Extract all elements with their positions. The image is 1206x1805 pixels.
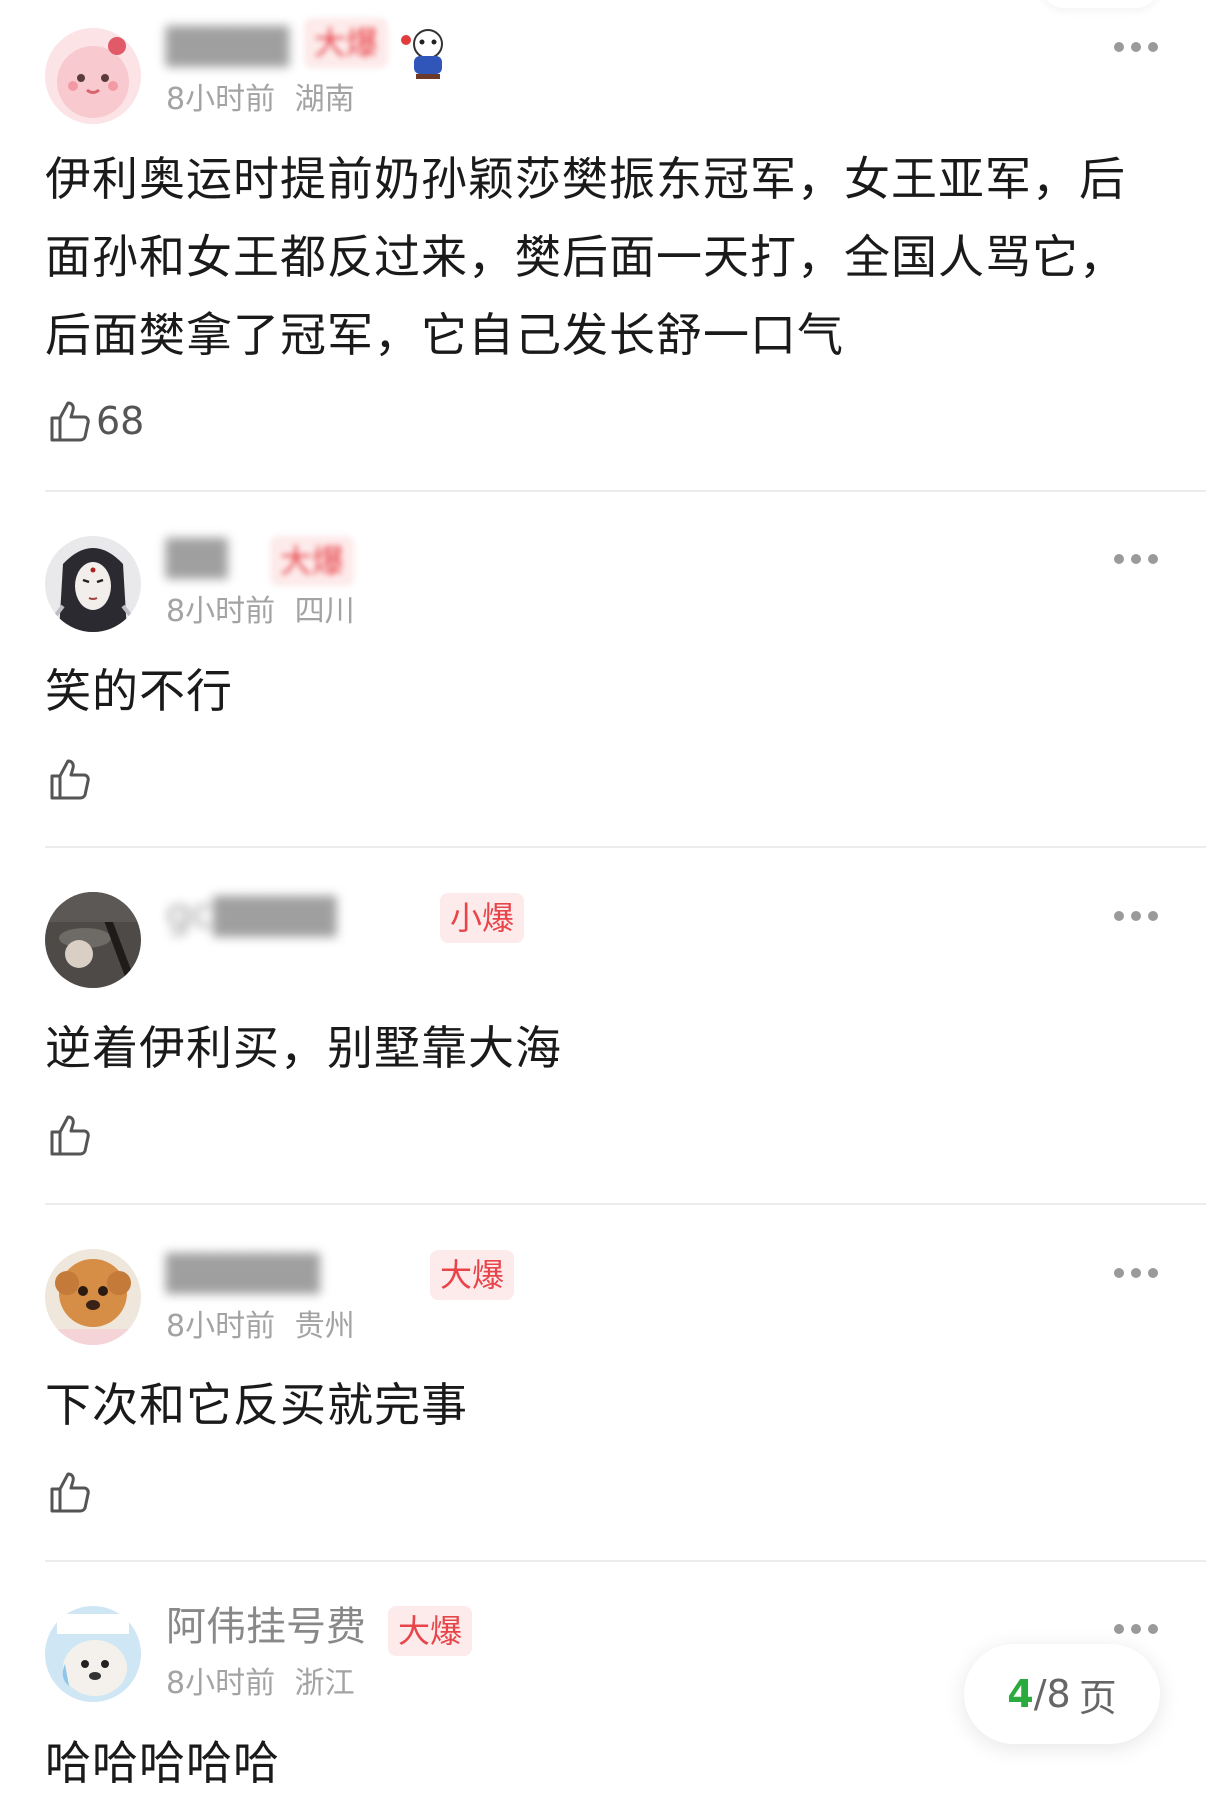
level-badge: 大爆: [430, 1250, 515, 1300]
comment-meta: 8小时前 贵州: [166, 1307, 355, 1347]
comment-time: 8小时前: [166, 82, 276, 117]
username[interactable]: 阿伟挂号费: [166, 1601, 366, 1653]
comment-location: 湖南: [294, 82, 355, 117]
username-text: ▇▇▇▇: [166, 21, 290, 67]
comment-meta: 8小时前 湖南: [166, 80, 355, 120]
page-indicator[interactable]: 4 / 8 页: [964, 1644, 1160, 1744]
more-dots-icon[interactable]: [1114, 1266, 1158, 1280]
username-text: ▇▇▇▇▇: [166, 1248, 320, 1294]
page-separator: /: [1033, 1672, 1047, 1716]
username[interactable]: gc▇▇▇▇: [166, 888, 336, 940]
page-total: 8: [1046, 1672, 1071, 1716]
avatar[interactable]: [45, 1249, 141, 1345]
comment-time: 8小时前: [166, 594, 276, 629]
username[interactable]: ▇▇▇▇▇: [166, 1245, 320, 1297]
level-badge: 大爆: [304, 18, 389, 68]
like-button[interactable]: 68: [46, 396, 144, 446]
comment-location: 贵州: [294, 1309, 355, 1344]
comment-meta: 8小时前 四川: [166, 592, 355, 632]
comment-time: 8小时前: [166, 1666, 276, 1701]
sticker-icon: [398, 26, 456, 80]
divider: [45, 490, 1206, 492]
avatar[interactable]: [45, 536, 141, 632]
comment-text: 伊利奥运时提前奶孙颖莎樊振东冠军，女王亚军，后面孙和女王都反过来，樊后面一天打，…: [45, 152, 1126, 362]
username[interactable]: ▇▇: [166, 530, 228, 582]
comment-list-page: ▇▇▇▇ 大爆 8小时前 湖南 伊利奥运时提前奶孙颖莎樊振东冠军，女王亚军，后面…: [0, 0, 1206, 1805]
comment-location: 浙江: [294, 1666, 355, 1701]
comment-time: 8小时前: [166, 1309, 276, 1344]
more-dots-icon[interactable]: [1114, 552, 1158, 566]
level-badge: 大爆: [270, 536, 355, 586]
like-button[interactable]: [46, 754, 96, 804]
more-dots-icon[interactable]: [1114, 909, 1158, 923]
like-button[interactable]: [46, 1467, 96, 1517]
avatar[interactable]: [45, 28, 141, 124]
username[interactable]: ▇▇▇▇: [166, 18, 289, 70]
comment-text: 下次和它反买就完事: [45, 1378, 468, 1432]
comment-text: 笑的不行: [45, 664, 233, 718]
level-badge: 小爆: [440, 893, 525, 943]
avatar[interactable]: [45, 1606, 141, 1702]
comment-text: 逆着伊利买，别墅靠大海: [45, 1021, 562, 1075]
divider: [45, 846, 1206, 848]
level-badge: 大爆: [388, 1606, 473, 1656]
divider: [45, 1203, 1206, 1205]
comment-meta: 8小时前 浙江: [166, 1664, 355, 1704]
username-text: gc▇▇▇▇: [166, 891, 337, 937]
like-count: 68: [96, 399, 145, 443]
page-suffix: 页: [1078, 1675, 1117, 1720]
thumbs-up-icon: [50, 759, 90, 800]
divider: [45, 1560, 1206, 1562]
like-button[interactable]: [46, 1110, 96, 1160]
thumbs-up-icon: [50, 1472, 90, 1513]
top-floating-pill: [1040, 0, 1160, 8]
page-current: 4: [1007, 1672, 1034, 1716]
avatar[interactable]: [45, 892, 141, 988]
more-dots-icon[interactable]: [1114, 40, 1158, 54]
thumbs-up-icon: [50, 1115, 90, 1156]
comment-location: 四川: [294, 594, 355, 629]
thumbs-up-icon: [50, 401, 90, 442]
more-dots-icon[interactable]: [1114, 1622, 1158, 1636]
username-text: ▇▇: [166, 533, 228, 579]
